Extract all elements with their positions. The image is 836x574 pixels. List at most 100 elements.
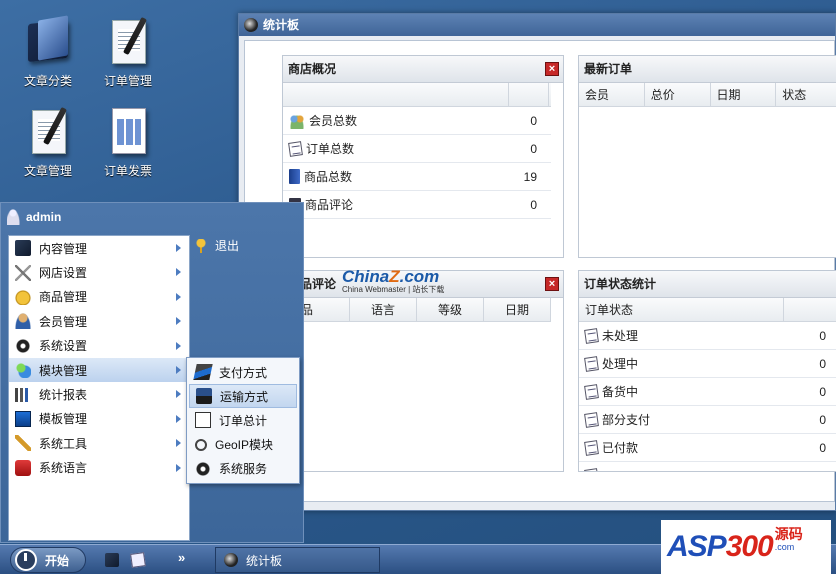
watermark-text: 源码 <box>774 526 803 543</box>
status-note-icon <box>584 439 599 456</box>
column-header-date[interactable]: 日期 <box>711 83 777 106</box>
quick-launch-content-icon[interactable] <box>105 553 119 567</box>
chevron-right-icon <box>176 414 181 423</box>
table-header: 商品 语言 等级 日期 <box>283 298 551 322</box>
column-header-member[interactable]: 会员 <box>579 83 645 106</box>
menu-item-modules[interactable]: 模块管理 <box>9 357 189 383</box>
header-cell <box>784 298 836 321</box>
tools-icon <box>15 264 31 281</box>
header-cell <box>509 83 549 106</box>
stats-window[interactable]: 统计板 商店概况 × 会员总数 0 订单总数 0 商品总数 19 商品评论 0 … <box>238 13 836 511</box>
chevron-right-icon <box>176 244 181 252</box>
list-item: 已付款 0 <box>579 434 836 462</box>
logout-label: 退出 <box>215 239 240 253</box>
menu-item-system-language[interactable]: 系统语言 <box>9 456 189 480</box>
start-button[interactable]: 开始 <box>10 547 86 573</box>
asp300-watermark: ASP300 源码 .com <box>661 520 831 574</box>
store-overview-panel: 商店概况 × 会员总数 0 订单总数 0 商品总数 19 商品评论 0 <box>282 55 564 258</box>
start-label: 开始 <box>45 553 70 568</box>
latest-orders-panel: 最新订单 会员 总价 日期 状态 <box>578 55 836 258</box>
taskbar-window-button[interactable]: 统计板 <box>215 547 380 573</box>
row-value: 0 <box>530 198 537 212</box>
chevron-right-icon <box>176 463 181 472</box>
menu-item-system-settings[interactable]: 系统设置 <box>9 334 189 358</box>
submenu-item-geoip[interactable]: GeoIP模块 <box>189 433 297 457</box>
window-title: 统计板 <box>263 18 300 32</box>
menu-item-label: 系统工具 <box>39 436 88 451</box>
modules-submenu: 支付方式 运输方式 订单总计 GeoIP模块 系统服务 <box>186 357 300 484</box>
logout-button[interactable]: 退出 <box>195 237 239 254</box>
menu-item-members[interactable]: 会员管理 <box>9 309 189 333</box>
payment-icon <box>193 364 213 381</box>
submenu-item-order-total[interactable]: 订单总计 <box>189 408 297 432</box>
desktop-icon-order-management[interactable]: 订单管理 <box>88 16 168 89</box>
desktop-icon-label: 订单发票 <box>103 164 152 178</box>
row-label: 商品总数 <box>304 169 353 184</box>
order-total-icon <box>195 412 211 429</box>
template-icon <box>15 410 31 427</box>
watermark-subtext: China Webmaster | 站长下载 <box>342 285 445 294</box>
row-value: 0 <box>819 329 826 343</box>
row-value: 0 <box>819 385 826 399</box>
panel-header: 最新订单 <box>579 56 836 83</box>
gear-icon <box>15 337 31 354</box>
product-reviews-panel: 商品评论 × 商品 语言 等级 日期 <box>282 270 564 472</box>
menu-item-shop-settings[interactable]: 网店设置 <box>9 260 189 284</box>
invoice-icon <box>104 106 152 156</box>
menu-item-content[interactable]: 内容管理 <box>9 236 189 260</box>
list-item: 0 <box>579 462 836 471</box>
close-icon[interactable]: × <box>545 62 559 76</box>
menu-item-label: 系统语言 <box>39 461 88 476</box>
menu-item-label: 模块管理 <box>39 363 88 378</box>
watermark-text: Z <box>389 267 400 286</box>
submenu-item-label: 运输方式 <box>220 389 269 404</box>
panel-header: 商店概况 × <box>283 56 563 83</box>
menu-item-label: 统计报表 <box>39 388 88 403</box>
row-value: 0 <box>530 114 537 128</box>
table-header: 会员 总价 日期 状态 <box>579 83 836 107</box>
menu-item-templates[interactable]: 模板管理 <box>9 407 189 431</box>
panel-header: 订单状态统计 <box>579 271 836 298</box>
desktop-icon-order-invoice[interactable]: 订单发票 <box>88 106 168 179</box>
desktop-icon-article-management[interactable]: 文章管理 <box>8 106 88 179</box>
overview-list: 会员总数 0 订单总数 0 商品总数 19 商品评论 0 <box>283 107 551 219</box>
watermark-text: 300 <box>725 530 774 563</box>
submenu-item-payment[interactable]: 支付方式 <box>189 360 297 384</box>
column-header-order-status[interactable]: 订单状态 <box>579 298 785 321</box>
list-item: 备货中 0 <box>579 378 836 406</box>
close-icon[interactable]: × <box>545 277 559 291</box>
start-menu-list: 内容管理 网店设置 商品管理 会员管理 系统设置 模块管理 统计报表 模板管理 … <box>8 235 190 541</box>
submenu-item-system-service[interactable]: 系统服务 <box>189 457 297 481</box>
submenu-item-shipping[interactable]: 运输方式 <box>189 384 297 409</box>
products-icon <box>289 169 300 184</box>
menu-item-products[interactable]: 商品管理 <box>9 285 189 309</box>
menu-item-reports[interactable]: 统计报表 <box>9 382 189 406</box>
chevron-double-right-icon[interactable]: » <box>178 550 185 565</box>
column-header-status[interactable]: 状态 <box>776 83 836 106</box>
menu-item-label: 商品管理 <box>39 290 88 305</box>
article-doc-icon <box>24 106 72 156</box>
chevron-right-icon <box>176 292 181 301</box>
row-value: 0 <box>530 142 537 156</box>
column-header-rating[interactable]: 等级 <box>417 298 484 321</box>
menu-item-system-tools[interactable]: 系统工具 <box>9 431 189 455</box>
column-header-language[interactable]: 语言 <box>350 298 417 321</box>
desktop-icon-article-category[interactable]: 文章分类 <box>8 15 88 89</box>
window-body: 商店概况 × 会员总数 0 订单总数 0 商品总数 19 商品评论 0 最新订单… <box>244 40 836 502</box>
chevron-right-icon <box>176 341 181 350</box>
window-titlebar[interactable]: 统计板 <box>239 14 835 36</box>
row-label: 已付款 <box>602 440 639 455</box>
column-header-total[interactable]: 总价 <box>645 83 711 106</box>
column-header-date[interactable]: 日期 <box>484 298 551 321</box>
desktop: 文章分类 订单管理 文章管理 订单发票 统计板 商店概况 × 会员总数 0 订单… <box>0 0 836 544</box>
quick-launch-note-icon[interactable] <box>130 552 146 568</box>
menu-item-label: 会员管理 <box>39 314 88 329</box>
row-label: 处理中 <box>602 356 639 371</box>
geoip-icon <box>195 438 207 451</box>
status-note-icon <box>584 327 599 344</box>
shipping-icon <box>196 388 212 405</box>
key-icon <box>195 238 207 253</box>
menu-item-label: 网店设置 <box>39 266 88 281</box>
panel-title: 最新订单 <box>584 62 633 76</box>
language-icon <box>15 459 31 476</box>
